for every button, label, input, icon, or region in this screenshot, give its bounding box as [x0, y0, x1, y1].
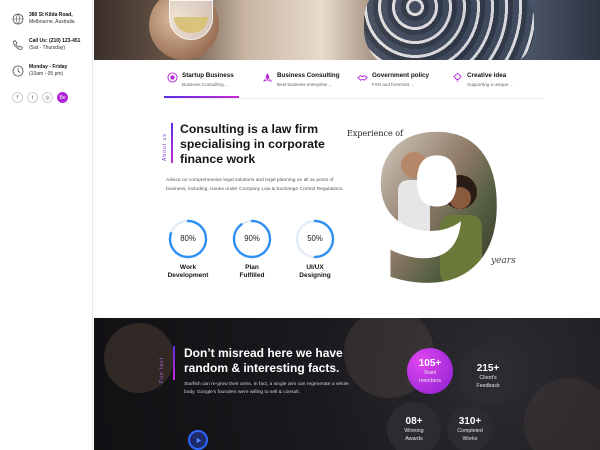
stat-winning-awards: 08+ Winning Awards	[387, 402, 441, 450]
address-block: 380 St Kilda Road, Melbourne, Australia	[12, 12, 92, 26]
progress-value: 90%	[244, 234, 260, 243]
experience-number-image: 9	[380, 120, 500, 290]
address-line-1: 380 St Kilda Road,	[29, 12, 73, 18]
phone-line-1[interactable]: Call Us: (210) 123-451	[29, 38, 80, 45]
tabs-divider	[164, 98, 544, 99]
stat-label-2: members	[418, 377, 442, 384]
progress-label-2: Fulfilled	[239, 272, 265, 279]
progress-uiux-designing: 50% UI/UX Designing	[293, 219, 337, 280]
fun-fact-accent-bar	[173, 346, 175, 380]
facts-paragraph: Starfish can re-grow their arms. In fact…	[184, 382, 349, 396]
contact-sidebar: 380 St Kilda Road, Melbourne, Australia C…	[0, 0, 93, 450]
about-label-text: About us	[162, 133, 168, 161]
stat-label-2: Feedback	[476, 382, 500, 389]
tab-business-consulting[interactable]: Business Consulting Best business enterp…	[259, 68, 354, 98]
tab-title: Government policy	[372, 72, 430, 79]
tab-title: Startup Business	[182, 72, 234, 79]
about-paragraph: Advice on comprehensive legal solutions …	[166, 178, 344, 192]
tab-title: Creative idea	[467, 72, 507, 79]
target-icon	[167, 72, 178, 83]
clock-icon	[12, 65, 24, 77]
hero-photo	[94, 0, 600, 60]
tab-subtitle: Supporting a unique ...	[467, 82, 514, 87]
progress-ring: 50%	[295, 219, 335, 259]
progress-ring: 90%	[232, 219, 272, 259]
progress-label-1: Work	[179, 264, 197, 271]
social-links: f t ◎ Be	[12, 92, 92, 103]
stat-label-1: Client's	[479, 374, 497, 381]
stat-number: 105+	[418, 357, 442, 369]
play-icon	[196, 437, 201, 443]
stat-number: 310+	[458, 415, 482, 427]
background-photo-blob	[524, 378, 600, 450]
tab-startup-business[interactable]: Startup Business Business Consulting ...	[164, 68, 259, 98]
hours-block: Monday - Friday (10am - 05 pm)	[12, 64, 92, 78]
fun-fact-label: Fun fact	[156, 346, 168, 383]
tab-creative-idea[interactable]: Creative idea Supporting a unique ...	[449, 68, 544, 98]
progress-value: 50%	[307, 234, 323, 243]
progress-work-development: 80% Work Development	[166, 219, 210, 280]
fun-fact-label-text: Fun fact	[159, 356, 165, 383]
stat-completed-works: 310+ Completed Works	[447, 406, 493, 450]
phone-icon	[13, 39, 24, 50]
stat-label-2: Awards	[405, 435, 423, 442]
globe-icon	[12, 13, 24, 25]
about-accent-bar	[171, 123, 173, 163]
stat-label-1: Winning	[404, 427, 424, 434]
tab-subtitle: Business Consulting ...	[182, 82, 229, 87]
tab-subtitle: Best business enterprise ...	[277, 82, 333, 87]
instagram-icon[interactable]: ◎	[42, 92, 53, 103]
stat-number: 08+	[405, 415, 423, 427]
hours-line-1: Monday - Friday	[29, 64, 68, 70]
phone-line-2: (Sat - Thursday)	[29, 45, 66, 51]
services-tabs: Startup Business Business Consulting ...…	[164, 68, 544, 98]
experience-suffix: years	[491, 256, 516, 266]
tab-government-policy[interactable]: Government policy First and foremost ...	[354, 68, 449, 98]
stat-team-members: 105+ Team members	[407, 348, 453, 394]
progress-label-1: Plan	[245, 264, 259, 271]
progress-value: 80%	[180, 234, 196, 243]
stat-label-1: Team	[423, 369, 437, 376]
twitter-icon[interactable]: t	[27, 92, 38, 103]
behance-icon[interactable]: Be	[57, 92, 68, 103]
progress-label-1: UI/UX	[306, 264, 324, 271]
progress-ring: 80%	[168, 219, 208, 259]
lightbulb-icon	[453, 72, 462, 82]
tab-subtitle: First and foremost ...	[372, 82, 415, 87]
about-heading: Consulting is a law firm specialising in…	[180, 122, 325, 166]
rocket-icon	[262, 72, 273, 82]
stat-client-feedback: 215+ Client's Feedback	[458, 346, 518, 406]
hours-line-2: (10am - 05 pm)	[29, 71, 64, 77]
progress-label-2: Development	[167, 272, 209, 279]
phone-block: Call Us: (210) 123-451 (Sat - Thursday)	[12, 38, 92, 52]
progress-label-2: Designing	[299, 272, 331, 279]
facts-heading: Don’t misread here we have random & inte…	[184, 346, 343, 375]
address-line-2: Melbourne, Australia	[29, 19, 75, 25]
stat-label-2: Works	[462, 435, 478, 442]
handshake-icon	[357, 75, 368, 81]
about-label: About us	[159, 124, 169, 164]
stat-number: 215+	[476, 362, 500, 374]
hero-person-floral	[364, 0, 534, 60]
play-video-button[interactable]	[188, 430, 208, 450]
progress-plan-fulfilled: 90% Plan Fulfilled	[230, 219, 274, 280]
fun-facts-section: Fun fact Don’t misread here we have rand…	[94, 318, 600, 450]
tab-title: Business Consulting	[277, 72, 340, 79]
stat-label-1: Completed	[457, 427, 483, 434]
facebook-icon[interactable]: f	[12, 92, 23, 103]
